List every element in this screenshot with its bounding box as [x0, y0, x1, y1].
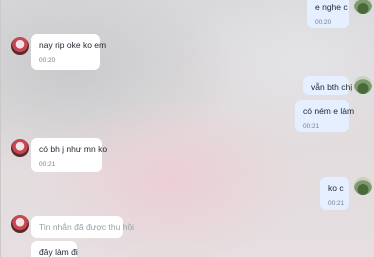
message-bubble-outgoing[interactable]: vẫn bth chị — [303, 76, 353, 95]
message-text: có bh j như mn ko — [39, 144, 108, 154]
self-avatar[interactable] — [354, 0, 372, 14]
contact-avatar[interactable] — [11, 139, 29, 157]
message-time: 00:21 — [39, 161, 56, 168]
chat-conversation-view: e nghe c 00:20 nay rip oke ko em 00:20 v… — [0, 0, 374, 257]
message-bubble-incoming[interactable]: nay rip oke ko em 00:20 — [31, 34, 107, 70]
message-bubble-incoming[interactable]: đây làm đi — [31, 241, 78, 257]
contact-avatar[interactable] — [11, 37, 29, 55]
self-avatar[interactable] — [354, 177, 372, 195]
message-text: vẫn bth chị — [311, 82, 353, 92]
message-bubble-outgoing[interactable]: e nghe c 00:20 — [307, 0, 349, 28]
message-bubble-outgoing[interactable]: ko c 00:21 — [320, 177, 349, 210]
message-time: 00:20 — [315, 19, 332, 26]
recalled-message-text: Tin nhắn đã được thu hồi — [39, 222, 135, 232]
message-text: có ném e làm — [303, 106, 355, 116]
message-bubble-outgoing[interactable]: có ném e làm 00:21 — [295, 100, 355, 132]
self-avatar[interactable] — [354, 76, 372, 94]
message-text: ko c — [328, 183, 344, 193]
message-time: 00:21 — [303, 123, 320, 130]
message-bubble-incoming[interactable]: có bh j như mn ko 00:21 — [31, 138, 108, 172]
message-text: đây làm đi — [39, 247, 78, 257]
message-time: 00:20 — [39, 57, 56, 64]
message-time: 00:21 — [328, 200, 345, 207]
message-bubble-recalled[interactable]: Tin nhắn đã được thu hồi — [31, 216, 135, 238]
contact-avatar[interactable] — [11, 215, 29, 233]
message-text: nay rip oke ko em — [39, 40, 107, 50]
message-text: e nghe c — [315, 2, 348, 12]
